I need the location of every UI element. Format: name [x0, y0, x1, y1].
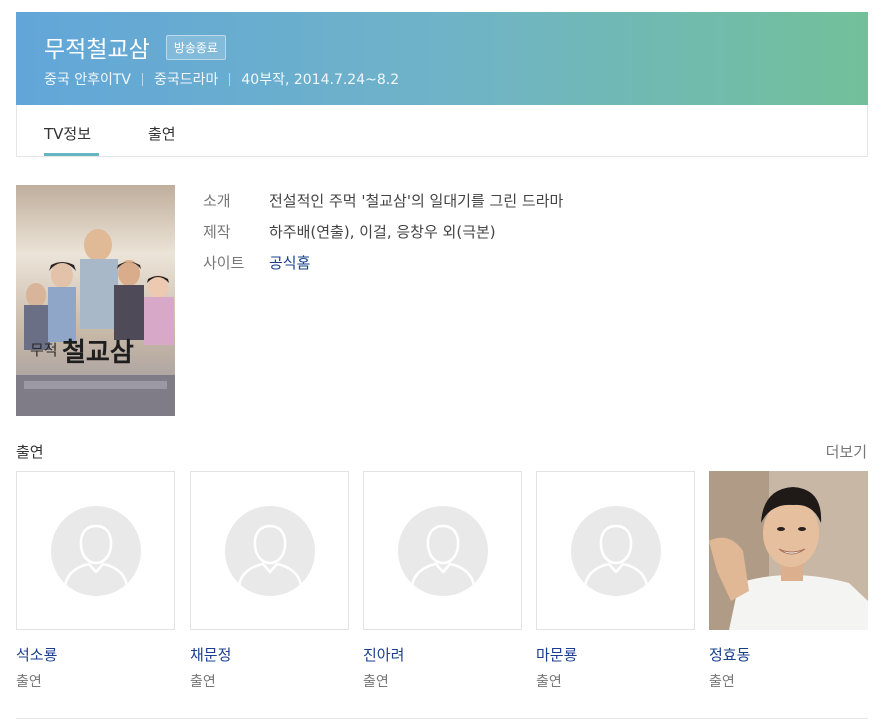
meta-row: 중국 안후이TV 중국드라마 40부작, 2014.7.24~8.2	[44, 69, 399, 89]
cast-name[interactable]: 마문룡	[536, 644, 695, 665]
cast-photo-placeholder[interactable]	[16, 471, 175, 630]
cast-name[interactable]: 석소룡	[16, 644, 175, 665]
cast-photo-placeholder[interactable]	[190, 471, 349, 630]
person-placeholder-icon	[225, 506, 315, 596]
cast-role: 출연	[536, 674, 562, 690]
person-placeholder-icon	[398, 506, 488, 596]
bottom-divider	[16, 718, 868, 719]
person-placeholder-icon	[571, 506, 661, 596]
poster-artwork: 무적 철교삼	[16, 185, 175, 416]
official-site-link[interactable]: 공식홈	[269, 252, 310, 273]
cast-name[interactable]: 진아려	[363, 644, 522, 665]
cast-role: 출연	[16, 674, 42, 690]
cast-card[interactable]: 석소룡 출연	[16, 471, 175, 691]
info-label-intro: 소개	[203, 192, 231, 210]
cast-card[interactable]: 정효동 출연	[709, 471, 868, 691]
info-label-production: 제작	[203, 223, 231, 241]
cast-card[interactable]: 마문룡 출연	[536, 471, 695, 691]
more-link[interactable]: 더보기	[826, 441, 867, 462]
meta-divider	[141, 72, 143, 86]
drama-title: 무적철교삼	[44, 37, 150, 63]
episode-info: 40부작, 2014.7.24~8.2	[241, 72, 400, 88]
poster-title-large: 철교삼	[62, 338, 134, 368]
active-tab-indicator	[44, 153, 99, 156]
cast-name[interactable]: 정효동	[709, 644, 868, 665]
cast-name[interactable]: 채문정	[190, 644, 349, 665]
cast-photo-placeholder[interactable]	[536, 471, 695, 630]
drama-info: 소개 전설적인 주먹 '철교삼'의 일대기를 그린 드라마 제작 하주배(연출)…	[203, 185, 563, 278]
tab-cast[interactable]: 출연	[148, 123, 176, 144]
cast-card[interactable]: 채문정 출연	[190, 471, 349, 691]
cast-photo[interactable]	[709, 471, 868, 630]
poster-image[interactable]: 무적 철교삼	[16, 185, 175, 416]
person-placeholder-icon	[51, 506, 141, 596]
info-row-intro: 소개 전설적인 주먹 '철교삼'의 일대기를 그린 드라마	[203, 185, 563, 216]
info-row-production: 제작 하주배(연출), 이걸, 응창우 외(극본)	[203, 216, 563, 247]
tab-bar: TV정보 출연	[16, 105, 868, 157]
cast-role: 출연	[709, 674, 735, 690]
meta-divider	[229, 72, 231, 86]
cast-section-title: 출연	[16, 443, 44, 461]
info-value-intro: 전설적인 주먹 '철교삼'의 일대기를 그린 드라마	[269, 192, 564, 210]
status-badge: 방송종료	[165, 34, 226, 60]
info-label-site: 사이트	[203, 254, 245, 272]
poster-title-small: 무적	[30, 341, 58, 359]
cast-role: 출연	[363, 674, 389, 690]
drama-header-banner: 무적철교삼 방송종료 중국 안후이TV 중국드라마 40부작, 2014.7.2…	[16, 12, 868, 105]
tab-tv-info[interactable]: TV정보	[44, 123, 91, 144]
broadcaster[interactable]: 중국 안후이TV	[44, 69, 131, 89]
genre[interactable]: 중국드라마	[154, 69, 218, 89]
title-row: 무적철교삼 방송종료	[44, 30, 226, 64]
cast-card[interactable]: 진아려 출연	[363, 471, 522, 691]
cast-photo-placeholder[interactable]	[363, 471, 522, 630]
info-value-production: 하주배(연출), 이걸, 응창우 외(극본)	[269, 223, 496, 241]
cast-role: 출연	[190, 674, 216, 690]
actor-portrait	[709, 471, 868, 630]
info-row-site: 사이트 공식홈	[203, 247, 563, 278]
